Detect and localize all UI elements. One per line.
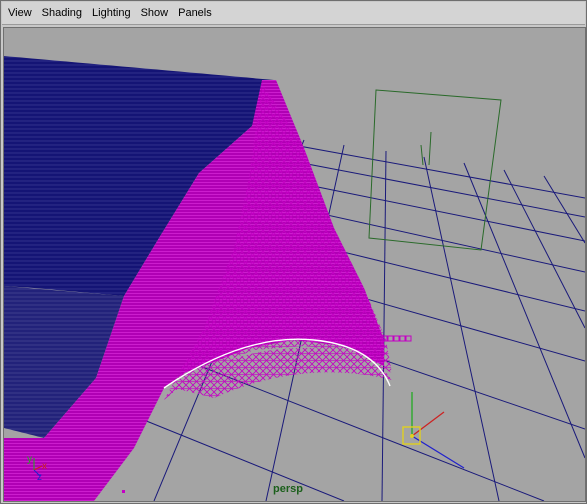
menu-shading[interactable]: Shading: [37, 3, 87, 23]
perspective-viewport[interactable]: y x z persp: [3, 27, 586, 502]
pivot-marker: [122, 490, 125, 493]
axis-label-y: y: [27, 454, 32, 465]
panel-menubar: View Shading Lighting Show Panels: [2, 2, 585, 25]
move-manipulator[interactable]: [402, 392, 465, 469]
menu-view[interactable]: View: [2, 3, 37, 23]
cv-markers[interactable]: [381, 335, 412, 342]
camera-name-label: persp: [273, 483, 303, 495]
viewport-scene[interactable]: y x z: [4, 28, 585, 501]
model-panel: View Shading Lighting Show Panels y x z …: [0, 0, 587, 504]
menu-panels[interactable]: Panels: [173, 3, 217, 23]
menu-show[interactable]: Show: [136, 3, 174, 23]
image-plane-frame[interactable]: [368, 89, 502, 251]
menu-lighting[interactable]: Lighting: [87, 3, 136, 23]
axis-label-x: x: [42, 461, 47, 472]
axis-label-z: z: [37, 472, 42, 483]
